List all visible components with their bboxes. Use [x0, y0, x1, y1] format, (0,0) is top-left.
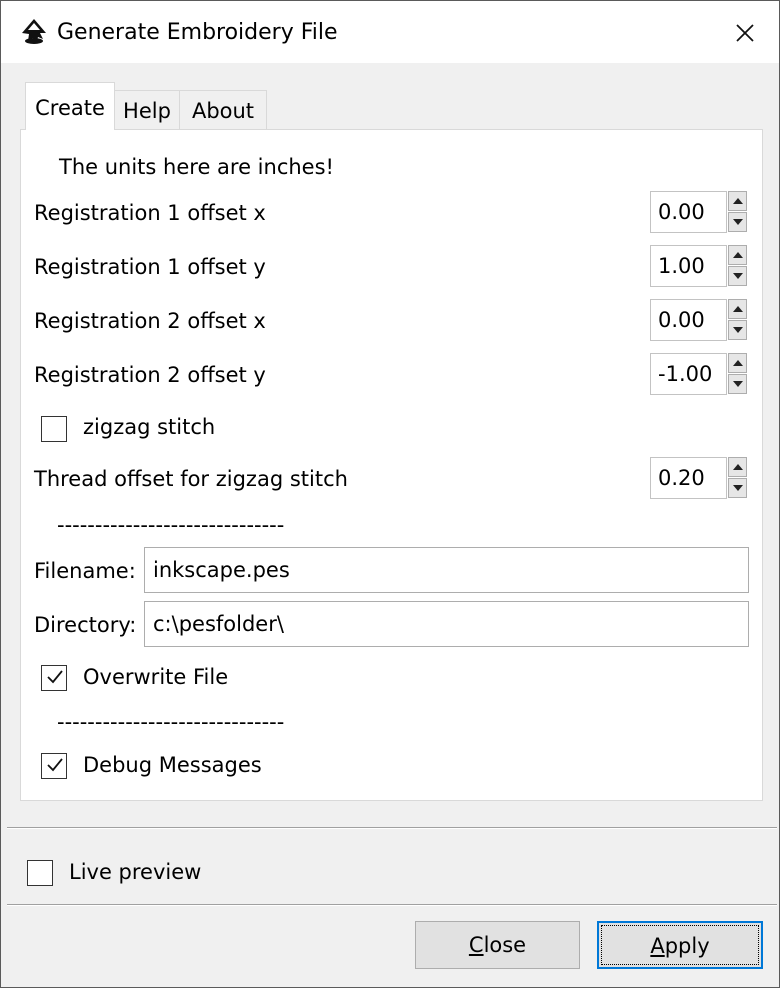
close-label-rest: lose: [483, 933, 527, 957]
units-note: The units here are inches!: [59, 155, 334, 179]
reg2x-label: Registration 2 offset x: [34, 309, 266, 333]
live-preview-label: Live preview: [69, 860, 202, 884]
live-preview-checkbox[interactable]: [27, 860, 53, 886]
separator-line-2: ------------------------------: [57, 710, 285, 734]
dialog-window: Generate Embroidery File Create Help Abo…: [0, 0, 780, 988]
reg1x-label: Registration 1 offset x: [34, 201, 266, 225]
close-button[interactable]: Close: [415, 921, 580, 969]
window-title: Generate Embroidery File: [57, 20, 338, 45]
reg1x-spinbox: 0.00: [650, 191, 748, 233]
directory-input[interactable]: c:\pesfolder\: [144, 601, 749, 647]
debug-label: Debug Messages: [83, 753, 262, 777]
inkscape-icon: [22, 19, 46, 44]
reg1x-up-button[interactable]: [728, 191, 747, 211]
zigzag-label: zigzag stitch: [83, 415, 216, 439]
overwrite-checkbox[interactable]: [41, 665, 67, 691]
close-icon[interactable]: [725, 13, 765, 53]
focus-ring: [601, 925, 759, 965]
thread-offset-label: Thread offset for zigzag stitch: [34, 467, 348, 491]
reg2x-input[interactable]: 0.00: [650, 299, 727, 341]
checkmark-icon: [47, 758, 63, 772]
reg1x-down-button[interactable]: [728, 212, 747, 232]
reg2y-spinbox: -1.00: [650, 353, 748, 395]
reg2x-up-button[interactable]: [728, 299, 747, 319]
thread-offset-spinbox: 0.20: [650, 457, 748, 499]
reg2y-label: Registration 2 offset y: [34, 363, 266, 387]
zigzag-checkbox[interactable]: [41, 416, 67, 442]
title-bar: Generate Embroidery File: [1, 1, 779, 63]
separator-line-1: ------------------------------: [57, 513, 285, 537]
separator: [7, 827, 777, 829]
thread-offset-input[interactable]: 0.20: [650, 457, 727, 499]
reg2x-spinbox: 0.00: [650, 299, 748, 341]
thread-offset-up-button[interactable]: [728, 457, 747, 477]
debug-checkbox[interactable]: [41, 753, 67, 779]
reg1y-up-button[interactable]: [728, 245, 747, 265]
reg1y-label: Registration 1 offset y: [34, 255, 266, 279]
reg2y-input[interactable]: -1.00: [650, 353, 727, 395]
tab-panel-create: The units here are inches! Registration …: [20, 129, 763, 801]
reg1y-down-button[interactable]: [728, 266, 747, 286]
tab-label: Create: [35, 96, 105, 120]
reg1y-spinbox: 1.00: [650, 245, 748, 287]
reg2x-down-button[interactable]: [728, 320, 747, 340]
tab-about[interactable]: About: [179, 90, 267, 130]
filename-label: Filename:: [34, 559, 136, 583]
separator: [7, 904, 777, 906]
apply-button[interactable]: Apply: [597, 921, 763, 969]
filename-input[interactable]: inkscape.pes: [144, 547, 749, 593]
overwrite-label: Overwrite File: [83, 665, 229, 689]
reg1x-input[interactable]: 0.00: [650, 191, 727, 233]
tab-create[interactable]: Create: [25, 82, 115, 130]
close-mnemonic: C: [468, 933, 484, 957]
reg2y-up-button[interactable]: [728, 353, 747, 373]
directory-label: Directory:: [34, 613, 137, 637]
thread-offset-down-button[interactable]: [728, 478, 747, 498]
tab-label: About: [191, 99, 255, 123]
tab-help[interactable]: Help: [114, 90, 180, 130]
checkmark-icon: [47, 670, 63, 684]
tab-label: Help: [123, 99, 171, 123]
reg2y-down-button[interactable]: [728, 374, 747, 394]
reg1y-input[interactable]: 1.00: [650, 245, 727, 287]
